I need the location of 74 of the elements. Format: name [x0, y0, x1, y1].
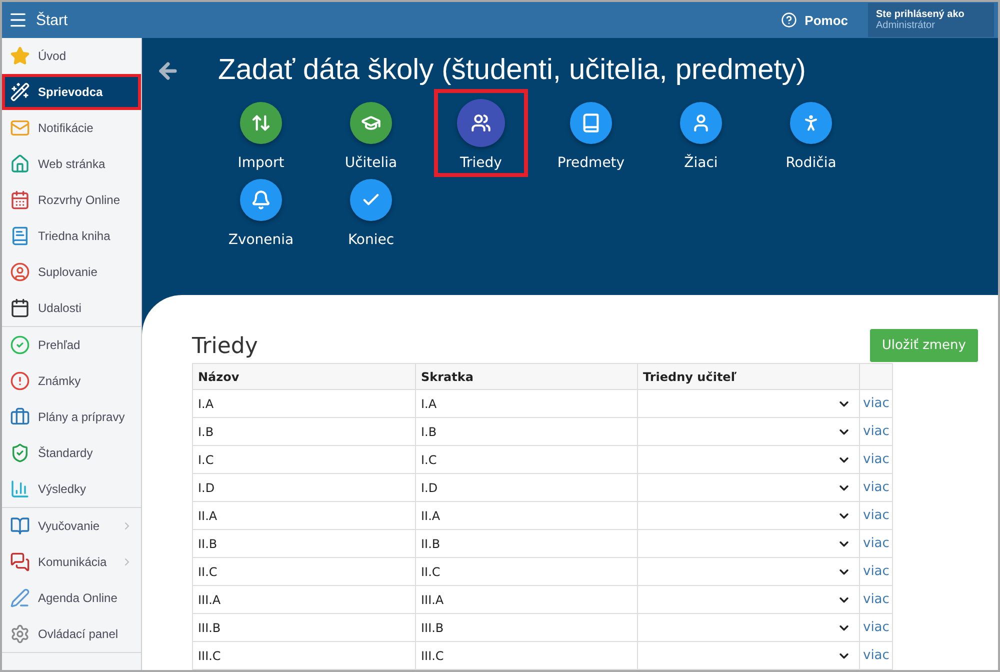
- user-caption: Ste prihlásený ako: [876, 9, 966, 20]
- wizard-step[interactable]: Triedy: [434, 89, 528, 177]
- sidebar-item[interactable]: Úvod: [2, 38, 141, 74]
- table-cell: I.B: [416, 418, 638, 446]
- sidebar-item[interactable]: Výsledky: [2, 471, 141, 507]
- table-cell: III.C: [192, 642, 416, 670]
- table-cell: III.A: [192, 586, 416, 614]
- wizard-step[interactable]: Rodičia: [764, 89, 858, 177]
- sidebar-item[interactable]: Známky: [2, 363, 141, 399]
- table-cell: II.B: [416, 530, 638, 558]
- pen-icon: [10, 588, 30, 608]
- people-icon: [471, 113, 491, 133]
- menu-button[interactable]: Štart: [8, 10, 68, 30]
- book-icon: [581, 113, 601, 133]
- table-cell: I.D: [416, 474, 638, 502]
- magic-wand-icon: [10, 82, 30, 102]
- table-cell: I.A: [416, 390, 638, 418]
- table-cell: II.A: [416, 502, 638, 530]
- table-cell: II.C: [416, 558, 638, 586]
- notebook-icon: [10, 226, 30, 246]
- check-circle-icon: [10, 335, 30, 355]
- graduation-cap-icon: [361, 113, 381, 133]
- user-name: Administrátor: [876, 20, 936, 31]
- star-icon: [10, 46, 30, 66]
- section-title: Triedy: [192, 334, 258, 359]
- table-cell: I.B: [192, 418, 416, 446]
- sidebar-item[interactable]: Plány a prípravy: [2, 399, 141, 435]
- chat-bubbles-icon: [10, 552, 30, 572]
- column-header: Triedny učiteľ: [638, 364, 860, 390]
- sidebar-item[interactable]: Prehľad: [2, 327, 141, 363]
- sidebar-item[interactable]: Štandardy: [2, 435, 141, 471]
- table-cell: II.B: [192, 530, 416, 558]
- table-cell: I.C: [192, 446, 416, 474]
- open-book-icon: [10, 516, 30, 536]
- calendar-icon: [10, 298, 30, 318]
- briefcase-icon: [10, 407, 30, 427]
- shield-icon: [10, 443, 30, 463]
- calendar-grid-icon: [10, 190, 30, 210]
- sidebar-item[interactable]: Suplovanie: [2, 254, 141, 290]
- table-cell: I.A: [192, 390, 416, 418]
- sidebar-item[interactable]: Web stránka: [2, 146, 141, 182]
- column-header: Skratka: [416, 364, 638, 390]
- wizard-step[interactable]: Žiaci: [654, 89, 748, 177]
- envelope-icon: [10, 118, 30, 138]
- table-cell: III.C: [416, 642, 638, 670]
- table-cell: III.B: [192, 614, 416, 642]
- bar-chart-icon: [10, 479, 30, 499]
- sidebar-item[interactable]: Komunikácia: [2, 544, 141, 580]
- sidebar-item[interactable]: Rozvrhy Online: [2, 182, 141, 218]
- wizard-step[interactable]: Import: [214, 89, 308, 177]
- table-cell: III.B: [416, 614, 638, 642]
- sidebar-item[interactable]: Triedna kniha: [2, 218, 141, 254]
- column-header: Názov: [192, 364, 416, 390]
- sidebar-item[interactable]: Agenda Online: [2, 580, 141, 616]
- settings-icon: [10, 624, 30, 644]
- sidebar-item[interactable]: Notifikácie: [2, 110, 141, 146]
- house-icon: [10, 154, 30, 174]
- arrows-icon: [251, 113, 271, 133]
- table-cell: II.C: [192, 558, 416, 586]
- table-cell: II.A: [192, 502, 416, 530]
- help-link[interactable]: Pomoc: [780, 12, 848, 28]
- person-icon: [10, 262, 30, 282]
- table-cell: III.A: [416, 586, 638, 614]
- person-icon: [691, 113, 711, 133]
- page-title: Zadať dáta školy (študenti, učitelia, predmety): [218, 54, 806, 87]
- sidebar-item[interactable]: Sprievodca: [2, 74, 141, 110]
- sidebar-item[interactable]: Ovládací panel: [2, 616, 141, 652]
- table-cell: I.C: [416, 446, 638, 474]
- sidebar-item[interactable]: Udalosti: [2, 290, 141, 326]
- table-cell: I.D: [192, 474, 416, 502]
- wizard-step[interactable]: Predmety: [544, 89, 638, 177]
- bell-icon: [251, 190, 271, 210]
- sidebar-item[interactable]: Vyučovanie: [2, 508, 141, 544]
- help-icon: [780, 12, 797, 28]
